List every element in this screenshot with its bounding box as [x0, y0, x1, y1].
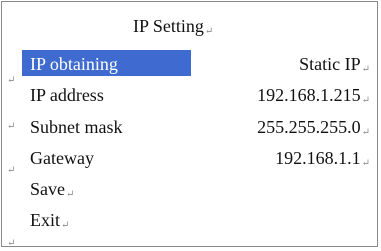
- margin-paragraph-mark-icon: ↵: [7, 75, 16, 86]
- save-label: Save↵: [30, 179, 75, 200]
- margin-paragraph-mark-icon: ↵: [7, 165, 16, 176]
- menu-item-save[interactable]: Save↵: [22, 175, 374, 203]
- title-text: IP Setting: [133, 16, 204, 36]
- paragraph-mark-icon: ↵: [361, 64, 370, 75]
- ip-address-value: 192.168.1.215↵: [257, 85, 370, 106]
- menu-item-exit[interactable]: Exit↵: [22, 206, 374, 234]
- menu-item-ip-address[interactable]: IP address 192.168.1.215↵: [22, 81, 374, 109]
- paragraph-mark-icon: ↵: [361, 95, 370, 106]
- subnet-mask-value: 255.255.255.0↵: [257, 117, 370, 138]
- paragraph-mark-icon: ↵: [204, 26, 214, 37]
- menu-item-ip-obtaining[interactable]: IP obtaining Static IP↵: [22, 50, 374, 78]
- gateway-value: 192.168.1.1↵: [275, 148, 370, 169]
- margin-paragraph-mark-icon: ↵: [7, 121, 16, 132]
- paragraph-mark-icon: ↵: [61, 220, 70, 231]
- exit-label: Exit↵: [30, 210, 70, 231]
- ip-obtaining-label: IP obtaining: [30, 54, 118, 74]
- paragraph-mark-icon: ↵: [361, 158, 370, 169]
- margin-paragraph-mark-icon: ↵: [7, 238, 16, 249]
- gateway-label: Gateway: [30, 148, 94, 168]
- ip-address-label: IP address: [30, 85, 104, 105]
- page-title: IP Setting↵: [133, 15, 213, 43]
- ip-obtaining-value: Static IP↵: [299, 54, 370, 75]
- paragraph-mark-icon: ↵: [66, 189, 75, 200]
- menu-item-gateway[interactable]: Gateway 192.168.1.1↵: [22, 144, 374, 172]
- menu-item-subnet-mask[interactable]: Subnet mask 255.255.255.0↵: [22, 113, 374, 141]
- paragraph-mark-icon: ↵: [361, 127, 370, 138]
- subnet-mask-label: Subnet mask: [30, 117, 123, 137]
